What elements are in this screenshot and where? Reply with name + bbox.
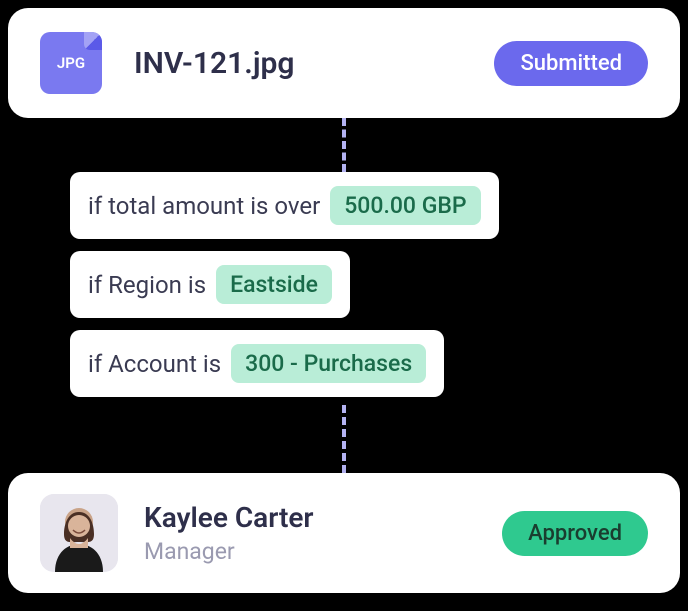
file-name: INV-121.jpg (134, 46, 494, 81)
rules-list: if total amount is over 500.00 GBP if Re… (70, 172, 499, 397)
file-card: JPG INV-121.jpg Submitted (8, 8, 680, 118)
connector-line (342, 405, 346, 473)
rule-item: if total amount is over 500.00 GBP (70, 172, 499, 239)
status-badge-submitted: Submitted (494, 41, 648, 86)
status-badge-approved: Approved (502, 511, 648, 556)
approver-role: Manager (144, 538, 502, 565)
avatar (40, 494, 118, 572)
rule-value: 300 - Purchases (231, 344, 426, 383)
approver-info: Kaylee Carter Manager (144, 501, 502, 565)
avatar-placeholder-icon (40, 494, 118, 572)
rule-prefix: if Account is (88, 350, 221, 378)
approver-card: Kaylee Carter Manager Approved (8, 473, 680, 593)
approver-name: Kaylee Carter (144, 501, 502, 534)
rule-value: Eastside (216, 265, 332, 304)
connector-line (342, 118, 346, 172)
rule-item: if Account is 300 - Purchases (70, 330, 444, 397)
file-type-label: JPG (57, 54, 85, 72)
rule-prefix: if total amount is over (88, 192, 320, 220)
rule-item: if Region is Eastside (70, 251, 350, 318)
rule-value: 500.00 GBP (330, 186, 480, 225)
file-type-icon: JPG (40, 32, 102, 94)
rule-prefix: if Region is (88, 271, 206, 299)
